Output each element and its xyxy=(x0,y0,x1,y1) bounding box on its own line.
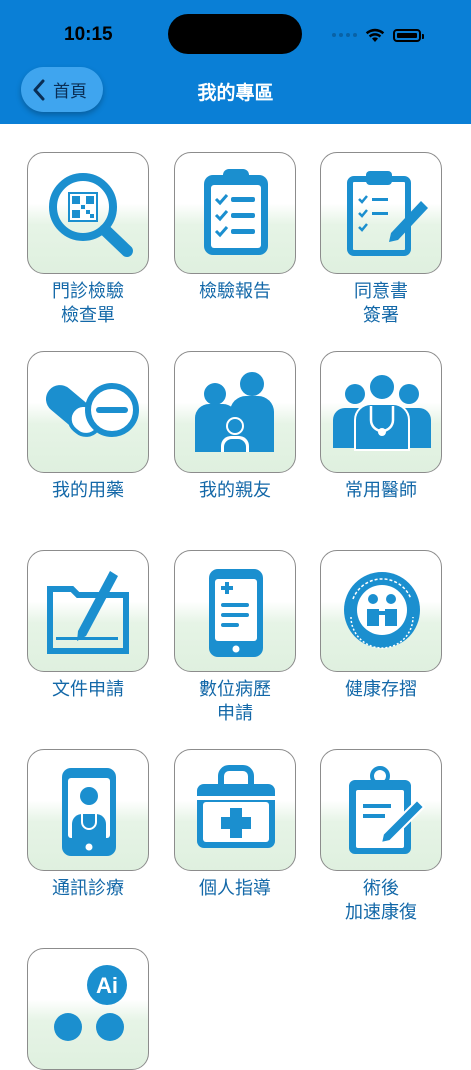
checklist-clipboard-icon xyxy=(204,169,268,255)
dynamic-island xyxy=(168,14,302,54)
tile-my-medication[interactable] xyxy=(27,351,149,473)
label-outpatient-exam: 門診檢驗 檢查單 xyxy=(52,281,124,326)
page-title: 我的專區 xyxy=(197,82,274,104)
tile-digital-records[interactable] xyxy=(174,550,296,672)
battery-icon xyxy=(393,28,424,42)
status-time: 10:15 xyxy=(64,24,113,45)
header-bar: 10:15 首頁 我的專區 xyxy=(0,0,471,124)
document-pen-icon xyxy=(47,571,129,654)
signal-icon xyxy=(332,33,357,37)
label-my-family: 我的親友 xyxy=(199,480,271,501)
tile-consent-form[interactable] xyxy=(320,152,442,274)
label-my-medication: 我的用藥 xyxy=(52,480,124,501)
label-personal-guidance: 個人指導 xyxy=(199,878,271,899)
tile-health-passbook[interactable] xyxy=(320,550,442,672)
status-icons xyxy=(332,26,424,44)
doctors-icon xyxy=(333,373,431,451)
label-post-op-recovery: 術後 加速康復 xyxy=(345,878,417,923)
nhi-logo-icon xyxy=(344,572,420,649)
tile-favorite-doctors[interactable] xyxy=(320,351,442,473)
tile-lab-report[interactable] xyxy=(174,152,296,274)
tile-post-op-recovery[interactable] xyxy=(320,749,442,871)
tile-my-family[interactable] xyxy=(174,351,296,473)
label-digital-records: 數位病歷 申請 xyxy=(199,679,271,724)
recovery-clipboard-icon xyxy=(349,766,426,854)
phone-medical-record-icon xyxy=(209,569,263,657)
tile-telemedicine[interactable] xyxy=(27,749,149,871)
label-favorite-doctors: 常用醫師 xyxy=(345,480,417,501)
tile-ai-assistant[interactable]: Ai xyxy=(27,948,149,1070)
wifi-icon xyxy=(365,28,385,42)
ai-chat-icon: Ai xyxy=(54,965,127,1041)
tile-outpatient-exam[interactable] xyxy=(27,152,149,274)
label-telemedicine: 通訊診療 xyxy=(52,878,124,899)
label-document-request: 文件申請 xyxy=(52,679,124,700)
family-icon xyxy=(195,372,274,452)
clipboard-pen-icon xyxy=(347,171,428,256)
label-lab-report: 檢驗報告 xyxy=(199,281,271,302)
tile-document-request[interactable] xyxy=(27,550,149,672)
label-consent-form: 同意書 簽署 xyxy=(354,281,408,326)
label-health-passbook: 健康存摺 xyxy=(345,679,417,700)
tile-personal-guidance[interactable] xyxy=(174,749,296,871)
svg-text:Ai: Ai xyxy=(96,973,118,998)
telemedicine-phone-icon xyxy=(62,768,116,856)
medical-kit-icon xyxy=(197,765,275,848)
pills-icon xyxy=(45,383,139,437)
qr-magnifier-icon xyxy=(49,173,133,257)
